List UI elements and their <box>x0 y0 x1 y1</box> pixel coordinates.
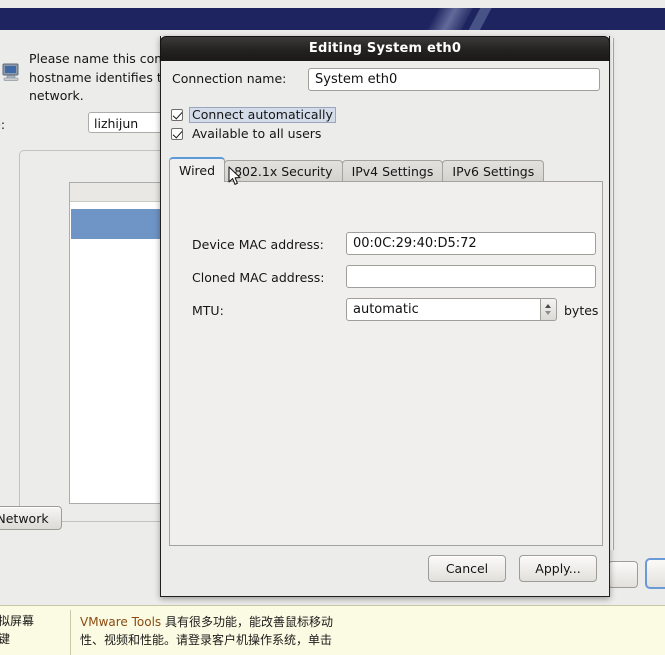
stepper-down-icon[interactable] <box>545 311 551 315</box>
cancel-button[interactable]: Cancel <box>428 555 506 582</box>
installer-banner <box>0 8 665 30</box>
vmware-tools-message: VMware Tools 具有很多功能，能改善鼠标移动性、视频和性能。请登录客户… <box>80 613 400 649</box>
mtu-label: MTU: <box>192 303 224 318</box>
hostname-label: me: <box>0 117 6 132</box>
tab-ipv4-settings[interactable]: IPv4 Settings <box>341 160 444 182</box>
background-button-partial-left[interactable] <box>608 561 638 588</box>
tab-8021x-security[interactable]: 802.1x Security <box>224 160 343 182</box>
vmware-tools-brand: VMware Tools <box>80 615 162 629</box>
background-button-partial-focused[interactable] <box>645 558 665 589</box>
available-to-all-users-label[interactable]: Available to all users <box>189 126 324 142</box>
vmware-tools-notification-bar: 击虚拟屏幕送按键 VMware Tools 具有很多功能，能改善鼠标移动性、视频… <box>0 605 665 655</box>
vmware-tools-message-line1: 具有很多功能，能改善鼠标移动 <box>161 615 333 629</box>
mtu-units-label: bytes <box>564 303 599 318</box>
computer-icon <box>2 63 19 81</box>
vmware-bar-divider <box>70 610 71 655</box>
vmware-left-note: 击虚拟屏幕送按键 <box>0 612 66 648</box>
connection-name-label: Connection name: <box>172 71 287 86</box>
tab-ipv6-settings[interactable]: IPv6 Settings <box>442 160 545 182</box>
editing-connection-dialog: Connection name: System eth0 Connect aut… <box>160 36 610 597</box>
connection-name-row: Connection name: System eth0 <box>172 68 600 92</box>
cloned-mac-address-label: Cloned MAC address: <box>192 270 325 285</box>
background-right-panel <box>613 38 665 550</box>
connect-automatically-row[interactable]: Connect automatically <box>171 106 336 124</box>
vmware-left-note-line2: 送按键 <box>0 632 10 646</box>
apply-button[interactable]: Apply... <box>519 555 597 582</box>
vmware-left-note-line1: 击虚拟屏幕 <box>0 614 35 628</box>
dialog-titlebar[interactable]: Editing System eth0 <box>160 36 610 61</box>
available-to-all-users-row[interactable]: Available to all users <box>171 125 324 143</box>
configure-network-button[interactable]: gure Network <box>0 506 62 530</box>
device-mac-address-label: Device MAC address: <box>192 237 324 252</box>
connect-automatically-checkbox[interactable] <box>171 109 183 121</box>
device-mac-address-input[interactable]: 00:0C:29:40:D5:72 <box>346 232 596 255</box>
wired-tab-panel: Device MAC address: 00:0C:29:40:D5:72 Cl… <box>169 181 603 546</box>
available-to-all-users-checkbox[interactable] <box>171 128 183 140</box>
stepper-up-icon[interactable] <box>545 304 551 308</box>
banner-top-spacer <box>0 0 665 8</box>
settings-tabs: Wired 802.1x Security IPv4 Settings IPv6… <box>169 157 603 182</box>
hostname-description-line2: hostname identifies t <box>29 69 162 85</box>
connection-name-input[interactable]: System eth0 <box>308 68 600 91</box>
mtu-input[interactable]: automatic <box>346 298 541 321</box>
mtu-stepper[interactable] <box>541 298 557 321</box>
tab-wired[interactable]: Wired <box>169 157 226 182</box>
hostname-description-line3: network. <box>29 88 84 103</box>
cloned-mac-address-input[interactable] <box>346 265 596 288</box>
screen: Please name this com hostname identifies … <box>0 0 665 655</box>
vmware-tools-message-line2: 性、视频和性能。请登录客户机操作系统，单击 <box>80 633 333 647</box>
connect-automatically-label[interactable]: Connect automatically <box>189 107 336 123</box>
hostname-description-line1: Please name this com <box>29 51 167 66</box>
